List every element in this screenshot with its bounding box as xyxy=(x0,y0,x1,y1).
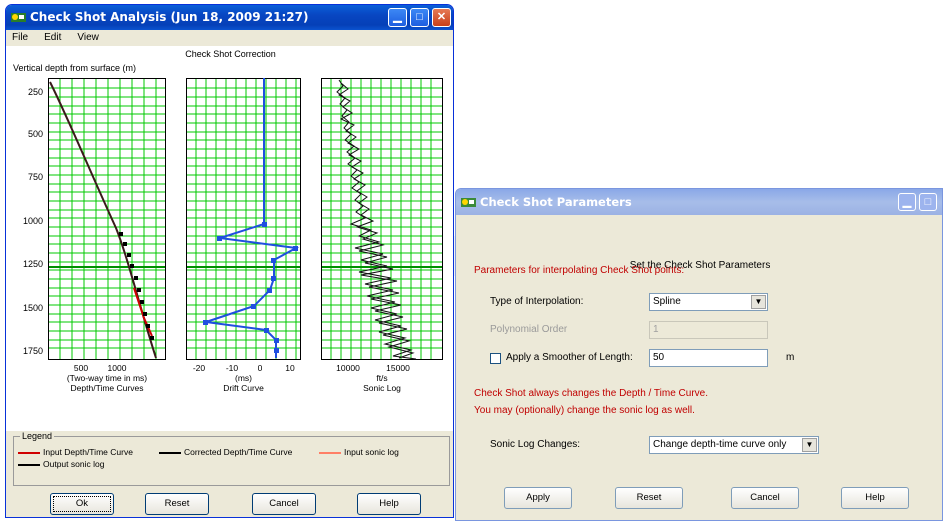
menu-view[interactable]: View xyxy=(77,30,99,46)
y-axis-label: Vertical depth from surface (m) xyxy=(13,63,137,73)
legend-item: Input Depth/Time Curve xyxy=(18,447,133,457)
reset-button[interactable]: Reset xyxy=(615,487,683,509)
menubar: File Edit View xyxy=(6,30,453,46)
sonic-log-panel xyxy=(321,78,443,360)
smoother-label: Apply a Smoother of Length: xyxy=(506,352,633,363)
x-tick: 500 xyxy=(73,363,89,373)
x-tick: 10 xyxy=(285,363,295,373)
smoother-checkbox[interactable] xyxy=(490,353,501,364)
cancel-button[interactable]: Cancel xyxy=(731,487,799,509)
titlebar[interactable]: Check Shot Parameters ▁ □ xyxy=(456,189,942,215)
y-tick: 1500 xyxy=(22,303,43,313)
y-tick: 500 xyxy=(27,129,43,139)
y-tick: 750 xyxy=(27,172,43,182)
menu-file[interactable]: File xyxy=(12,30,28,46)
reset-button[interactable]: Reset xyxy=(145,493,209,515)
sonic-log-plot xyxy=(321,78,443,360)
output-sonic-log-detail xyxy=(338,82,415,359)
y-tick: 1250 xyxy=(22,259,43,269)
maximize-button[interactable]: □ xyxy=(919,193,937,211)
close-button[interactable]: ✕ xyxy=(432,8,451,27)
polynomial-order-label: Polynomial Order xyxy=(490,324,568,335)
panel-title: Sonic Log xyxy=(363,383,401,393)
app-icon xyxy=(461,198,476,207)
legend-item: Input sonic log xyxy=(319,447,399,457)
note-2: You may (optionally) change the sonic lo… xyxy=(474,405,695,416)
check-shot-points xyxy=(119,232,154,340)
help-button[interactable]: Help xyxy=(357,493,421,515)
panel-unit-label: (ms) xyxy=(235,373,252,383)
x-tick: 0 xyxy=(257,363,263,373)
ok-button[interactable]: Ok xyxy=(50,493,114,515)
window-title: Check Shot Analysis (Jun 18, 2009 21:27) xyxy=(30,10,309,24)
grid-lines xyxy=(186,78,301,360)
maximize-button[interactable]: □ xyxy=(410,8,429,27)
x-tick: 1000 xyxy=(107,363,127,373)
panel-title: Drift Curve xyxy=(223,383,264,393)
chevron-down-icon[interactable]: ▼ xyxy=(751,295,766,309)
legend-item: Output sonic log xyxy=(18,459,104,469)
y-tick: 1000 xyxy=(22,216,43,226)
x-tick: 10000 xyxy=(336,363,360,373)
interpolation-select[interactable]: Spline ▼ xyxy=(649,293,768,311)
chevron-down-icon[interactable]: ▼ xyxy=(802,438,817,452)
legend-swatch xyxy=(319,451,341,454)
titlebar[interactable]: Check Shot Analysis (Jun 18, 2009 21:27)… xyxy=(6,5,453,30)
check-shot-parameters-window: Check Shot Parameters ▁ □ Set the Check … xyxy=(455,188,943,521)
window-title: Check Shot Parameters xyxy=(480,195,632,209)
polynomial-order-field: 1 xyxy=(649,321,768,339)
panel-unit-label: (Two-way time in ms) xyxy=(66,373,148,383)
legend: Legend Input Depth/Time Curve Corrected … xyxy=(13,431,450,486)
minimize-button[interactable]: ▁ xyxy=(898,193,916,211)
app-icon xyxy=(11,13,26,22)
cancel-button[interactable]: Cancel xyxy=(252,493,316,515)
panel-title: Depth/Time Curves xyxy=(70,383,144,393)
legend-swatch xyxy=(18,463,40,466)
legend-item: Corrected Depth/Time Curve xyxy=(159,447,292,457)
apply-button[interactable]: Apply xyxy=(504,487,572,509)
minimize-button[interactable]: ▁ xyxy=(388,8,407,27)
smoother-length-field[interactable]: 50 xyxy=(649,349,768,367)
sonic-log-label: Sonic Log Changes: xyxy=(490,439,581,450)
x-tick: -10 xyxy=(225,363,239,373)
depth-time-panel xyxy=(48,78,166,360)
x-tick: -20 xyxy=(192,363,206,373)
panel-unit-label: ft/s xyxy=(376,373,388,383)
menu-edit[interactable]: Edit xyxy=(44,30,61,46)
check-shot-analysis-window: Check Shot Analysis (Jun 18, 2009 21:27)… xyxy=(5,4,454,518)
x-tick: 15000 xyxy=(386,363,410,373)
drift-plot xyxy=(186,78,301,360)
y-tick: 1750 xyxy=(22,346,43,356)
sonic-log-select[interactable]: Change depth-time curve only ▼ xyxy=(649,436,819,454)
interpolation-label: Type of Interpolation: xyxy=(490,296,584,307)
legend-swatch xyxy=(159,451,181,454)
plot-title: Check Shot Correction xyxy=(185,49,276,59)
smoother-unit: m xyxy=(786,352,795,363)
grid-lines xyxy=(48,78,166,360)
help-button[interactable]: Help xyxy=(841,487,909,509)
legend-swatch xyxy=(18,451,40,454)
note-1: Check Shot always changes the Depth / Ti… xyxy=(474,388,709,399)
output-sonic-log xyxy=(336,79,417,360)
y-tick: 250 xyxy=(27,87,43,97)
drift-panel xyxy=(186,78,301,360)
legend-title: Legend xyxy=(20,431,55,441)
depth-time-plot xyxy=(48,78,166,360)
section-label: Parameters for interpolating Check Shot … xyxy=(474,265,685,276)
